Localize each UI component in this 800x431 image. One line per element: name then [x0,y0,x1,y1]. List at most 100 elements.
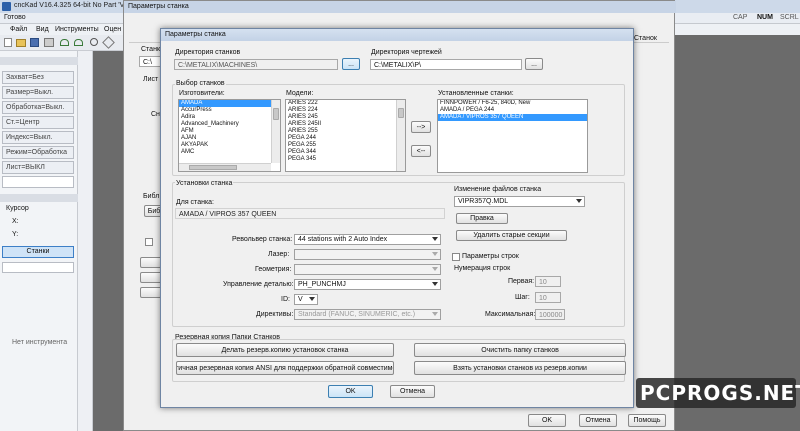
clear-machines-folder-button[interactable]: Очистить папку станков [414,343,626,357]
id-combo[interactable]: V [294,294,318,305]
back-dialog-checkbox[interactable] [145,238,153,246]
mdl-file-combo[interactable]: VIPR357Q.MDL [454,196,585,207]
installed-item[interactable]: AMADA / PEGA 244 [438,107,587,114]
maker-item[interactable]: AMC [179,149,280,156]
makers-label: Изготовители: [179,90,225,97]
model-item[interactable]: PEGA 345 [286,156,405,163]
model-item[interactable]: ARIES 224 [286,107,405,114]
machines-dir-browse-button[interactable]: ... [342,58,360,70]
select-machines-label: Выбор станков [175,80,226,87]
chevron-down-icon [432,252,438,256]
chevron-down-icon [432,237,438,241]
drawings-dir-browse-button[interactable]: ... [525,58,543,70]
menu-file[interactable]: Файл [10,26,27,33]
sheet-toggle[interactable]: Лист=ВЫКЛ [2,161,74,174]
maker-item[interactable]: AMADA [179,100,280,107]
model-item[interactable]: ARIES 245 [286,114,405,121]
models-list[interactable]: ARIES 222 ARIES 224 ARIES 245 ARIES 245I… [285,99,406,172]
makers-list[interactable]: AMADA AccurPress Adira Advanced_Machiner… [178,99,281,172]
mode-toggle[interactable]: Режим=Обработка [2,146,74,159]
undo-icon[interactable] [60,39,69,46]
processing-toggle[interactable]: Обработка=Выкл. [2,101,74,114]
maker-item[interactable]: AKYAPAK [179,142,280,149]
backup-settings-button[interactable]: Делать резерв.копию установок станка [176,343,394,357]
back-dialog-help-button[interactable]: Помощь [628,414,666,427]
line-params-label: Параметры строк [462,253,519,260]
menu-estimate[interactable]: Оцен [104,26,121,33]
index-toggle[interactable]: Индекс=Выкл. [2,131,74,144]
cursor-x-label: X: [12,218,19,225]
remove-machine-button[interactable]: <-- [411,145,431,157]
line-params-checkbox[interactable] [452,253,460,261]
installed-item[interactable]: AMADA / VIPROS 357 QUEEN [438,114,587,121]
indicator-scrl: SCRL [780,14,799,21]
ok-button[interactable]: OK [328,385,373,398]
chevron-down-icon [576,199,582,203]
installed-machines-list[interactable]: FINNPOWER / F6-25, 840D, New AMADA / PEG… [437,99,588,173]
geometry-label: Геометрия: [255,266,292,273]
makers-hscrollbar[interactable] [179,163,271,171]
model-item[interactable]: PEGA 255 [286,142,405,149]
back-dialog-ok-button[interactable]: OK [528,414,566,427]
cut-icon[interactable] [102,36,115,49]
back-dialog-btn-b[interactable] [140,272,162,283]
back-dialog-btn-c[interactable] [140,287,162,298]
redo-icon[interactable] [74,39,83,46]
machines-combo[interactable] [2,262,74,273]
geometry-combo[interactable] [294,264,441,275]
maker-item[interactable]: AFM [179,128,280,135]
dialog-titlebar [161,29,633,41]
add-machine-button[interactable]: --> [411,121,431,133]
turret-combo[interactable]: 44 stations with 2 Auto Index [294,234,441,245]
first-field[interactable]: 10 [535,276,561,287]
model-item[interactable]: PEGA 244 [286,135,405,142]
edit-button[interactable]: Правка [456,213,508,224]
maker-item[interactable]: Advanced_Machinery [179,121,280,128]
installed-item[interactable]: FINNPOWER / F6-25, 840D, New [438,100,587,107]
maker-item[interactable]: Adira [179,114,280,121]
back-dialog-stank-label: Станк [141,46,161,53]
first-label: Первая: [508,278,535,285]
dialog-title: Параметры станка [165,31,226,38]
model-item[interactable]: ARIES 245II [286,121,405,128]
back-dialog-tab-machine[interactable]: Станок [634,35,657,42]
max-field[interactable]: 100000 [535,309,565,320]
model-item[interactable]: PEGA 344 [286,149,405,156]
maker-item[interactable]: AJAN [179,135,280,142]
drawings-dir-field[interactable]: C:\METALIX\P\ [370,59,522,70]
machines-dir-field[interactable]: C:\METALIX\MACHINES\ [174,59,338,70]
laser-combo[interactable] [294,249,441,260]
save-icon[interactable] [30,38,39,47]
center-toggle[interactable]: Ст.=Центр [2,116,74,129]
restore-from-backup-button[interactable]: Взять установки станков из резерв.копии [414,361,626,375]
print-icon[interactable] [44,38,54,47]
makers-vscrollbar[interactable] [271,100,280,163]
delete-old-sections-button[interactable]: Удалить старые секции [456,230,567,241]
size-toggle[interactable]: Размер=Выкл. [2,86,74,99]
watermark: PCPROGS.NET [636,378,800,408]
back-dialog-btn-a[interactable] [140,257,162,268]
step-field[interactable]: 10 [535,292,561,303]
side-input-box[interactable] [2,176,74,188]
menu-tools[interactable]: Инструменты [55,26,99,33]
open-icon[interactable] [16,39,26,47]
back-dialog-bibl-label: Библ [143,193,160,200]
maker-item[interactable]: AccurPress [179,107,280,114]
new-icon[interactable] [4,38,12,47]
cursor-label: Курсор [6,205,29,212]
machines-button[interactable]: Станки [2,246,74,258]
ansi-partial-backup-button[interactable]: Частичная резервная копия ANSI для подде… [176,361,394,375]
control-combo[interactable]: PH_PUNCHMJ [294,279,441,290]
model-item[interactable]: ARIES 255 [286,128,405,135]
menu-view[interactable]: Вид [36,26,49,33]
drawing-tools-column [78,51,93,431]
cancel-button[interactable]: Отмена [390,385,435,398]
models-vscrollbar[interactable] [396,100,405,171]
directives-combo[interactable]: Standard (FANUC, SINUMERIC, etc.) [294,309,441,320]
model-item[interactable]: ARIES 222 [286,100,405,107]
drawings-dir-label: Директория чертежей [371,49,442,56]
zoom-icon[interactable] [90,38,98,46]
back-dialog-title: Параметры станка [128,3,189,10]
snap-toggle[interactable]: Захват=Без [2,71,74,84]
back-dialog-cancel-button[interactable]: Отмена [579,414,617,427]
